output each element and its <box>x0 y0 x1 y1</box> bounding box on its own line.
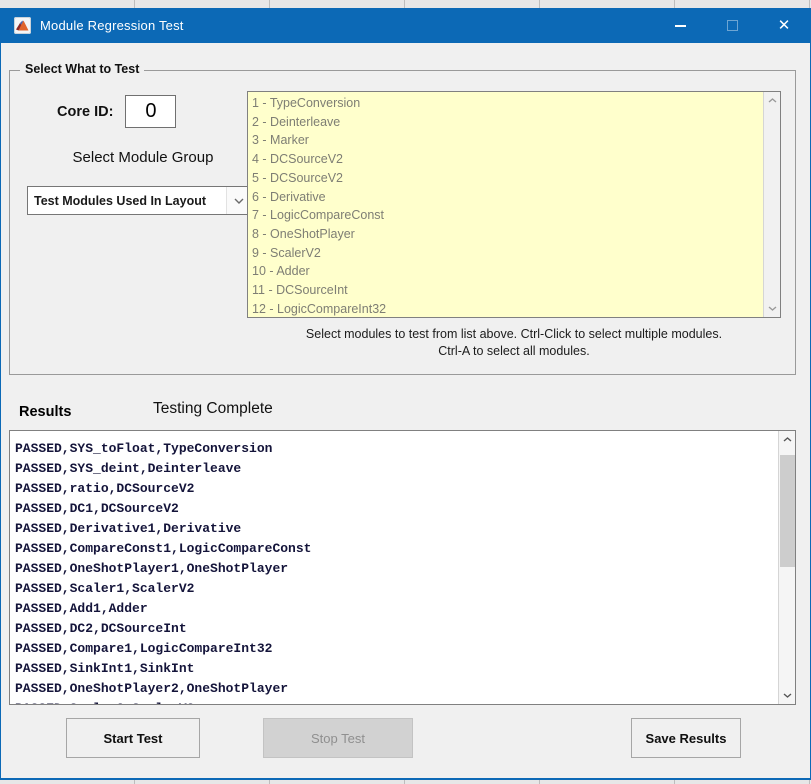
module-list-item[interactable]: 12 - LogicCompareInt32 <box>252 300 763 317</box>
result-line[interactable]: PASSED,DC1,DCSourceV2 <box>15 499 778 519</box>
start-test-button[interactable]: Start Test <box>66 718 200 758</box>
module-list-item[interactable]: 4 - DCSourceV2 <box>252 150 763 169</box>
results-listbox: PASSED,SYS_toFloat,TypeConversionPASSED,… <box>9 430 796 705</box>
result-line[interactable]: PASSED,OneShotPlayer2,OneShotPlayer <box>15 679 778 699</box>
maximize-button <box>706 8 758 43</box>
window-controls: ✕ <box>654 8 810 43</box>
core-id-label: Core ID: <box>57 104 113 120</box>
minimize-icon <box>675 25 686 27</box>
module-list-item[interactable]: 7 - LogicCompareConst <box>252 206 763 225</box>
module-group-dropdown[interactable]: Test Modules Used In Layout <box>27 186 251 215</box>
module-regression-test-window: Module Regression Test ✕ Select What to … <box>0 8 811 780</box>
module-list-item[interactable]: 10 - Adder <box>252 262 763 281</box>
scroll-down-icon[interactable] <box>764 300 781 317</box>
module-list-item[interactable]: 2 - Deinterleave <box>252 113 763 132</box>
result-line[interactable]: PASSED,CompareConst1,LogicCompareConst <box>15 539 778 559</box>
result-line[interactable]: PASSED,Scaler1,ScalerV2 <box>15 579 778 599</box>
module-list[interactable]: 1 - TypeConversion2 - Deinterleave3 - Ma… <box>248 92 763 317</box>
maximize-icon <box>727 20 738 31</box>
module-list-item[interactable]: 1 - TypeConversion <box>252 94 763 113</box>
result-line[interactable]: PASSED,OneShotPlayer1,OneShotPlayer <box>15 559 778 579</box>
scroll-up-icon[interactable] <box>779 431 796 448</box>
help-line-1: Select modules to test from list above. … <box>247 326 781 343</box>
results-scrollbar[interactable] <box>778 431 795 704</box>
close-icon: ✕ <box>778 18 791 33</box>
module-list-item[interactable]: 8 - OneShotPlayer <box>252 225 763 244</box>
save-results-button[interactable]: Save Results <box>631 718 741 758</box>
module-group-selected-value: Test Modules Used In Layout <box>28 194 226 208</box>
result-line[interactable]: PASSED,DC2,DCSourceInt <box>15 619 778 639</box>
module-listbox: 1 - TypeConversion2 - Deinterleave3 - Ma… <box>247 91 781 318</box>
module-list-item[interactable]: 5 - DCSourceV2 <box>252 169 763 188</box>
result-line[interactable]: PASSED,Add1,Adder <box>15 599 778 619</box>
module-list-item[interactable]: 6 - Derivative <box>252 188 763 207</box>
close-button[interactable]: ✕ <box>758 8 810 43</box>
module-group-label: Select Module Group <box>27 149 259 166</box>
matlab-icon <box>14 17 31 34</box>
module-select-help: Select modules to test from list above. … <box>247 326 781 360</box>
result-line[interactable]: PASSED,ratio,DCSourceV2 <box>15 479 778 499</box>
group-legend: Select What to Test <box>20 62 144 76</box>
module-list-item[interactable]: 11 - DCSourceInt <box>252 281 763 300</box>
result-line[interactable]: PASSED,SinkInt1,SinkInt <box>15 659 778 679</box>
results-label: Results <box>19 404 71 420</box>
result-line[interactable]: PASSED,Derivative1,Derivative <box>15 519 778 539</box>
module-list-item[interactable]: 3 - Marker <box>252 131 763 150</box>
window-title: Module Regression Test <box>40 18 184 33</box>
module-list-scrollbar[interactable] <box>763 92 780 317</box>
scroll-up-icon[interactable] <box>764 92 781 109</box>
stop-test-button: Stop Test <box>263 718 413 758</box>
result-line[interactable]: PASSED,Compare1,LogicCompareInt32 <box>15 639 778 659</box>
select-what-to-test-group: Select What to Test Core ID: Select Modu… <box>9 70 796 375</box>
testing-status: Testing Complete <box>153 400 273 418</box>
results-list[interactable]: PASSED,SYS_toFloat,TypeConversionPASSED,… <box>10 431 778 704</box>
title-bar[interactable]: Module Regression Test ✕ <box>1 8 810 43</box>
minimize-button[interactable] <box>654 8 706 43</box>
core-id-input[interactable] <box>125 95 176 128</box>
result-line[interactable]: PASSED,Scaler2,ScalerV2 <box>15 699 778 704</box>
scrollbar-thumb[interactable] <box>780 455 795 567</box>
core-id-row: Core ID: <box>57 95 176 128</box>
scroll-down-icon[interactable] <box>779 687 796 704</box>
result-line[interactable]: PASSED,SYS_toFloat,TypeConversion <box>15 439 778 459</box>
result-line[interactable]: PASSED,SYS_deint,Deinterleave <box>15 459 778 479</box>
help-line-2: Ctrl-A to select all modules. <box>247 343 781 360</box>
module-list-item[interactable]: 9 - ScalerV2 <box>252 244 763 263</box>
